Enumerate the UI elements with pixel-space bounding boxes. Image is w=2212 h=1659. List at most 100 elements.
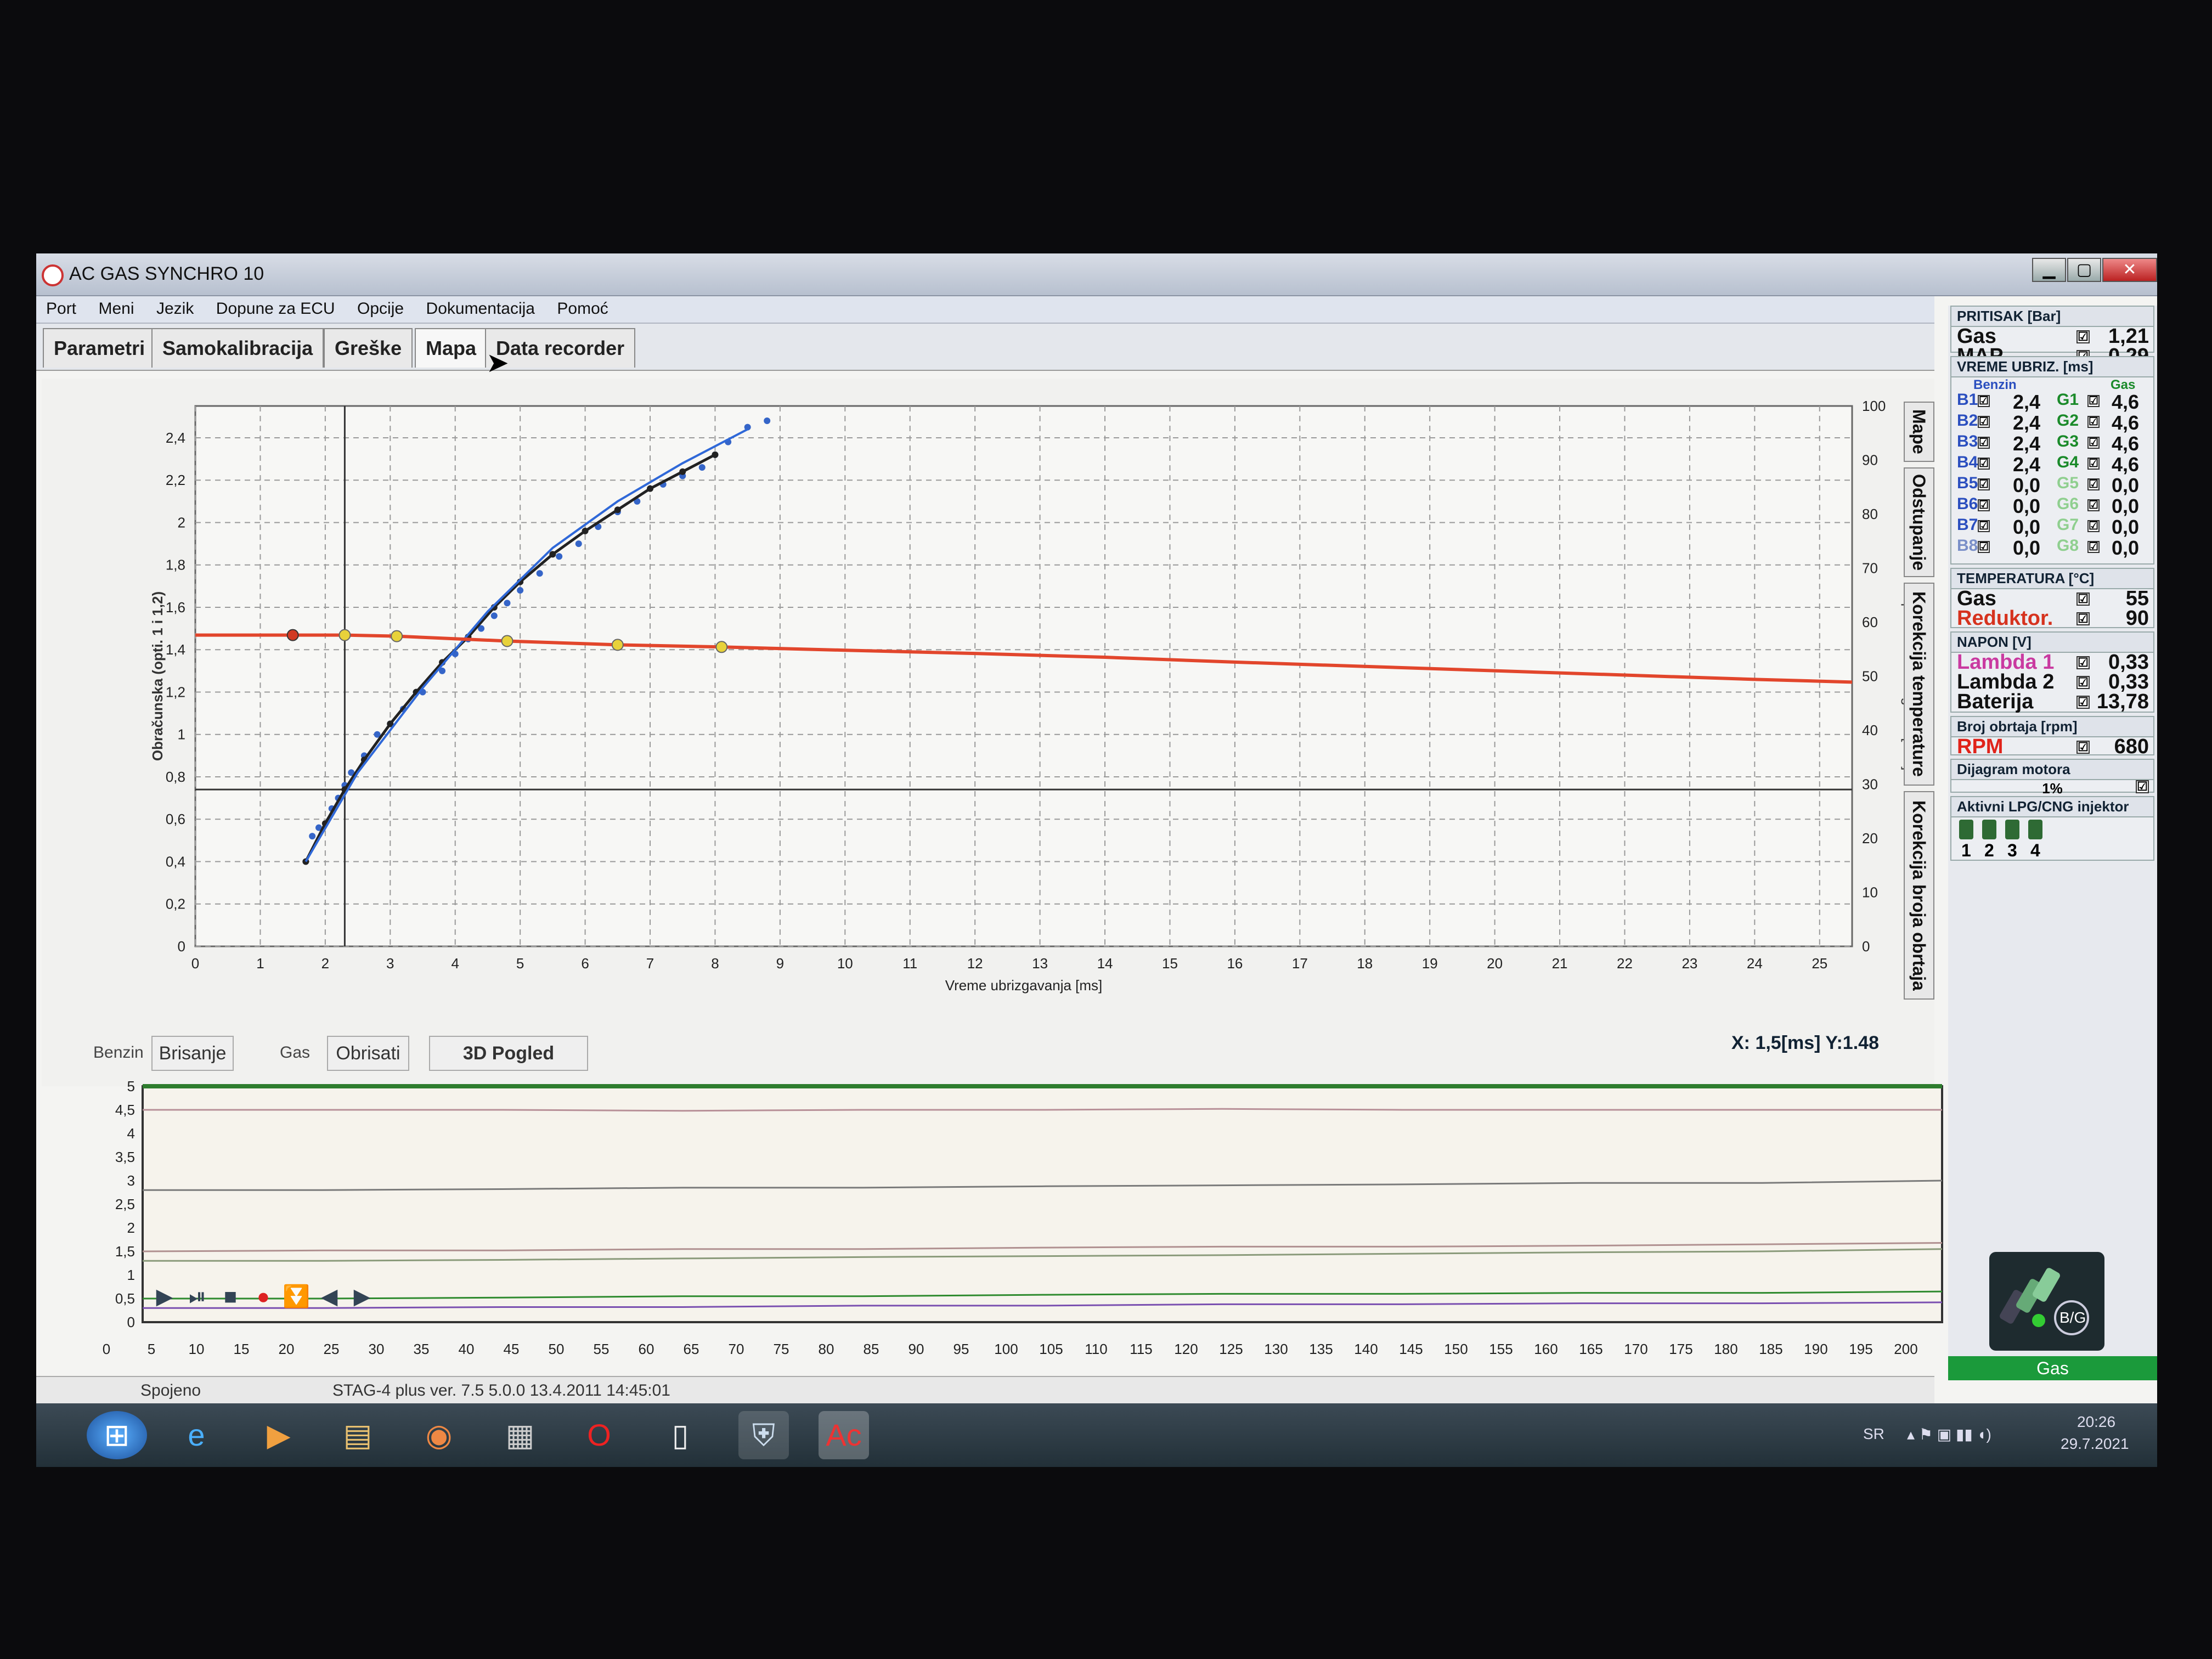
temperature-checkbox[interactable]: ☑ — [2076, 612, 2090, 625]
clock-date[interactable]: 29.7.2021 — [2061, 1435, 2129, 1453]
voltage-checkbox[interactable]: ☑ — [2076, 696, 2090, 709]
file-explorer-icon[interactable]: ▤ — [332, 1411, 383, 1459]
record-icon[interactable]: ● — [257, 1285, 270, 1309]
rpm-value: 680 — [2114, 735, 2149, 758]
voltage-value: 13,78 — [2096, 690, 2149, 713]
x-tick-label: 11 — [902, 955, 917, 972]
benzin-injector-checkbox[interactable]: ☑ — [1978, 416, 1990, 428]
injector-3-number: 3 — [2007, 840, 2017, 860]
window-title: AC GAS SYNCHRO 10 — [69, 263, 264, 284]
y-tick-label: 2,2 — [166, 472, 185, 488]
obrisati-button[interactable]: Obrisati — [327, 1036, 409, 1071]
benzin-data-point — [698, 464, 706, 471]
measured-data-point — [582, 527, 589, 534]
menu-dopune[interactable]: Dopune za ECU — [206, 296, 345, 321]
x-tick-label: 4 — [451, 955, 459, 972]
benzin-injection-value: 0,0 — [2013, 474, 2041, 496]
prev-icon[interactable]: ◀ — [321, 1285, 338, 1309]
next-icon[interactable]: ▶ — [354, 1285, 371, 1309]
gas-injector-checkbox[interactable]: ☑ — [2087, 499, 2100, 511]
y2-tick-label: 10 — [1862, 884, 1878, 901]
vtab-korekcija-temperature[interactable]: Korekcija temperature — [1904, 583, 1934, 786]
gas-injector-checkbox[interactable]: ☑ — [2087, 458, 2100, 470]
tab-parametri[interactable]: Parametri — [43, 328, 156, 368]
menu-jezik[interactable]: Jezik — [146, 296, 204, 321]
benzin-injector-label: B7 — [1957, 516, 1978, 534]
data-recorder-chart[interactable]: 0 0,5 1 1,5 2 2,5 3 3,5 4 4,5 5 0 5 10 15 20 25 30 35 40 45 5… — [71, 1075, 1951, 1361]
gas-injector-checkbox[interactable]: ☑ — [2087, 416, 2100, 428]
benzin-injection-value: 2,4 — [2013, 432, 2041, 455]
benzin-injector-checkbox[interactable]: ☑ — [1978, 541, 1990, 553]
clock-time[interactable]: 20:26 — [2077, 1413, 2115, 1431]
recorder-plot-area — [142, 1085, 1943, 1323]
play-icon[interactable]: ▶ — [156, 1285, 173, 1309]
minimize-button[interactable]: ▁ — [2032, 258, 2066, 282]
language-indicator[interactable]: SR — [1863, 1425, 1884, 1443]
temperature-checkbox[interactable]: ☑ — [2076, 592, 2090, 606]
internet-explorer-icon[interactable]: e — [171, 1411, 222, 1459]
voltage-checkbox[interactable]: ☑ — [2076, 656, 2090, 669]
maximize-button[interactable]: ▢ — [2067, 258, 2101, 282]
title-bar: AC GAS SYNCHRO 10 ▁ ▢ ✕ — [36, 253, 2157, 296]
gas-injection-value: 0,0 — [2112, 495, 2140, 517]
vtab-korekcija-obrtaja[interactable]: Korekcija broja obrtaja — [1904, 791, 1934, 1000]
tab-greske[interactable]: Greške — [324, 328, 413, 368]
download-icon[interactable]: ⏬ — [283, 1284, 310, 1309]
gas-injection-value: 4,6 — [2112, 391, 2140, 413]
benzin-injector-checkbox[interactable]: ☑ — [1978, 458, 1990, 470]
pause-play-icon[interactable]: ⏯ — [189, 1285, 206, 1309]
map-chart[interactable]: 0 1 2 3 4 5 6 7 8 9 10 11 12 13 14 15 16 17 18 19 20 21 22 23 24… — [42, 379, 1934, 1086]
recorder-x-tick-label: 60 — [639, 1341, 654, 1357]
menu-meni[interactable]: Meni — [88, 296, 144, 321]
menu-dokumentacija[interactable]: Dokumentacija — [416, 296, 545, 321]
benzin-injection-value: 2,4 — [2013, 453, 2041, 476]
security-shield-icon[interactable]: ⛨ — [738, 1411, 789, 1459]
gas-injector-checkbox[interactable]: ☑ — [2087, 478, 2100, 490]
stop-icon[interactable]: ■ — [224, 1285, 237, 1309]
voltage-checkbox[interactable]: ☑ — [2076, 676, 2090, 689]
gas-injector-checkbox[interactable]: ☑ — [2087, 437, 2100, 449]
notepad-icon[interactable]: ▯ — [655, 1411, 706, 1459]
tab-samokalibracija[interactable]: Samokalibracija — [151, 328, 324, 368]
3d-pogled-button[interactable]: 3D Pogled — [429, 1036, 588, 1071]
start-button[interactable]: ⊞ — [87, 1411, 147, 1459]
x-tick-label: 10 — [837, 955, 853, 972]
gas-injector-checkbox[interactable]: ☑ — [2087, 395, 2100, 407]
benzin-injector-checkbox[interactable]: ☑ — [1978, 478, 1990, 490]
engine-diagram-checkbox[interactable]: ☑ — [2136, 780, 2149, 793]
ac-gas-app-icon[interactable]: Ac — [819, 1411, 869, 1459]
bg-switch-widget[interactable]: B/G — [1989, 1252, 2104, 1351]
bg-label: B/G — [2059, 1309, 2086, 1326]
rpm-checkbox[interactable]: ☑ — [2076, 741, 2090, 754]
recorder-y-tick-label: 1 — [127, 1267, 135, 1283]
benzin-injector-label: B5 — [1957, 474, 1978, 492]
benzin-injector-checkbox[interactable]: ☑ — [1978, 395, 1990, 407]
recorder-x-tick-label: 15 — [234, 1341, 250, 1357]
tab-mapa[interactable]: Mapa — [415, 328, 488, 368]
tray-icons[interactable]: ▴ ⚑ ▣ ▮▮ ◖) — [1907, 1425, 1991, 1443]
calculator-icon[interactable]: ▦ — [495, 1411, 545, 1459]
recorder-x-tick-label: 105 — [1039, 1341, 1063, 1357]
menu-opcije[interactable]: Opcije — [347, 296, 414, 321]
menu-pomoc[interactable]: Pomoć — [547, 296, 618, 321]
menu-port[interactable]: Port — [36, 296, 86, 321]
pressure-checkbox[interactable]: ☑ — [2076, 330, 2090, 343]
benzin-injector-checkbox[interactable]: ☑ — [1978, 499, 1990, 511]
injection-time-group: VREME UBRIZ. [ms] Benzin Gas B1 ☑ 2,4 G1 ☑ 4,… — [1950, 356, 2154, 565]
media-player-icon[interactable]: ▶ — [253, 1411, 304, 1459]
opera-icon[interactable]: O — [574, 1411, 624, 1459]
vtab-mape[interactable]: Mape — [1904, 402, 1934, 462]
injection-row: B6 ☑ 0,0 G6 ☑ 0,0 — [1951, 495, 2153, 517]
brisanje-button[interactable]: Brisanje — [151, 1036, 234, 1071]
recorder-x-tick-label: 135 — [1309, 1341, 1333, 1357]
x-tick-label: 25 — [1812, 955, 1827, 972]
benzin-injector-checkbox[interactable]: ☑ — [1978, 437, 1990, 449]
chrome-icon[interactable]: ◉ — [414, 1411, 464, 1459]
xy-readout: X: 1,5[ms] Y:1.48 — [1731, 1032, 1879, 1054]
gas-injector-checkbox[interactable]: ☑ — [2087, 520, 2100, 532]
vtab-odstupanje[interactable]: Odstupanje — [1904, 467, 1934, 577]
voltage-row: Lambda 1 ☑ 0,33 — [1951, 651, 2153, 674]
benzin-injector-checkbox[interactable]: ☑ — [1978, 520, 1990, 532]
close-button[interactable]: ✕ — [2102, 258, 2157, 282]
gas-injector-checkbox[interactable]: ☑ — [2087, 541, 2100, 553]
